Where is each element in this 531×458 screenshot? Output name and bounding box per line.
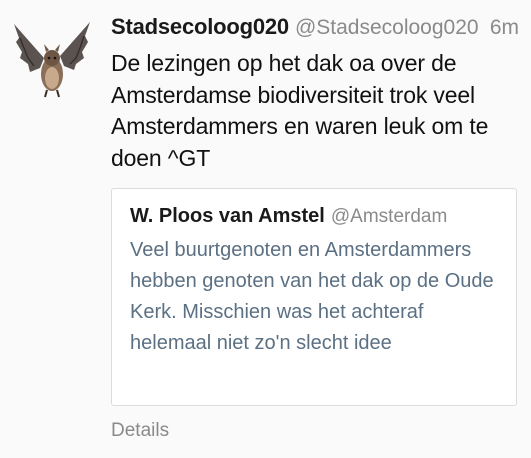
bat-icon[interactable] [10, 18, 94, 102]
timestamp[interactable]: 6m [490, 16, 519, 40]
tweet-header: Stadsecoloog020 @Stadsecoloog020 6m [111, 14, 519, 48]
quoted-author-handle: @Amsterdam [330, 206, 448, 227]
tweet: Stadsecoloog020 @Stadsecoloog020 6m De l… [0, 0, 531, 458]
author-name[interactable]: Stadsecoloog020 [111, 14, 289, 40]
author-handle[interactable]: @Stadsecoloog020 [295, 16, 482, 40]
quoted-author-name: W. Ploos van Amstel [130, 205, 325, 227]
details-link[interactable]: Details [111, 420, 169, 442]
quoted-tweet-text: Veel buurtgenoten en Amsterdammers hebbe… [130, 239, 494, 354]
tweet-text: De lezingen op het dak oa over de Amster… [111, 50, 489, 171]
quoted-tweet-header: W. Ploos van Amstel @Amsterdam [130, 205, 502, 228]
quoted-tweet[interactable]: W. Ploos van Amstel @Amsterdam Veel buur… [111, 188, 517, 406]
